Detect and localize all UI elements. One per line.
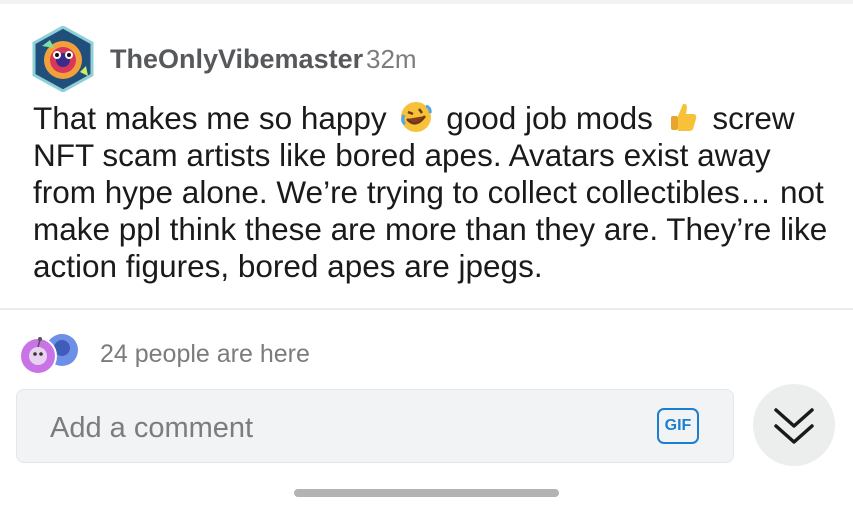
comment-body: That makes me so happy good job mods scr… — [33, 100, 833, 285]
comment-username[interactable]: TheOnlyVibemaster — [110, 44, 363, 75]
presence-count-text: 24 people are here — [100, 340, 310, 368]
comment-card: TheOnlyVibemaster 32m That makes me so h… — [0, 4, 853, 308]
double-chevron-down-icon — [774, 408, 814, 444]
gif-button[interactable]: GIF — [657, 408, 699, 444]
comment-text-part2: good job mods — [446, 100, 653, 136]
thumbs-up-emoji-icon — [670, 103, 696, 131]
user-avatar[interactable] — [30, 26, 96, 92]
comment-timestamp: 32m — [366, 44, 417, 74]
presence-row: 24 people are here — [0, 322, 853, 382]
presence-avatars — [19, 334, 78, 375]
section-divider — [0, 308, 853, 310]
rolling-laughing-emoji-icon — [401, 102, 433, 132]
home-indicator[interactable] — [294, 489, 559, 497]
comment-input-field[interactable]: Add a comment GIF — [16, 389, 734, 463]
comment-input-placeholder: Add a comment — [50, 412, 254, 444]
comment-text-part1: That makes me so happy — [33, 100, 387, 136]
collapse-button[interactable] — [753, 384, 835, 466]
